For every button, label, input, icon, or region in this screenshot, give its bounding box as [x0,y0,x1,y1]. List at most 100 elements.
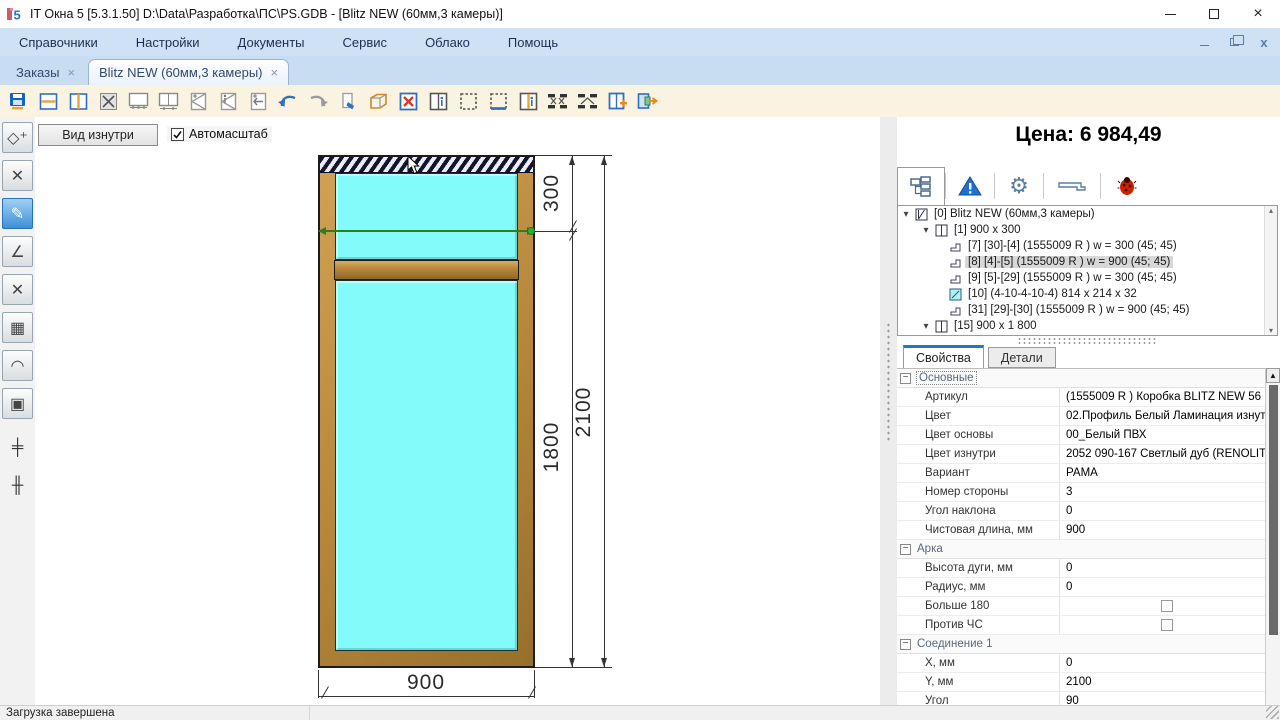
divider-info-button[interactable] [513,87,543,115]
delete-element-button[interactable] [393,87,423,115]
mdi-minimize-button[interactable] [1196,34,1212,50]
scroll-up-icon[interactable]: ▴ [1269,206,1273,215]
chevron-down-icon[interactable]: ▾ [900,209,912,220]
close-button[interactable]: × [1236,0,1280,28]
property-value[interactable]: 3 [1060,483,1265,501]
connector-bottom-button[interactable] [573,87,603,115]
menu-spravochniki[interactable]: Справочники [0,28,117,56]
tab-settings[interactable]: ⚙ [995,167,1043,205]
undo-button[interactable] [273,87,303,115]
panel-splitter[interactable] [880,117,897,705]
menu-oblako[interactable]: Облако [406,28,489,56]
tab-structure-tree[interactable] [897,167,945,205]
menu-servis[interactable]: Сервис [324,28,407,56]
tab-profile[interactable] [1044,167,1100,205]
mdi-restore-button[interactable] [1226,34,1244,50]
impost-bottom-dims-button[interactable] [153,87,183,115]
price-tag-button[interactable] [333,87,363,115]
property-value[interactable]: 90 [1060,692,1265,705]
selected-frame-member[interactable] [320,157,533,173]
tree-item-selected[interactable]: [8] [4]-[5] (1555009 R ) w = 900 (45; 45… [898,254,1277,270]
sash-info-button[interactable] [423,87,453,115]
property-value[interactable]: 00_Белый ПВХ [1060,426,1265,444]
perspective-view-button[interactable] [363,87,393,115]
grid-scrollbar[interactable]: ▲ [1265,368,1280,705]
menu-dokumenty[interactable]: Документы [219,28,324,56]
tab-current-order[interactable]: Blitz NEW (60мм,3 камеры) × [88,59,290,85]
property-value[interactable]: 900 [1060,521,1265,539]
tree-item[interactable]: ▾ [1] 900 x 300 [898,222,1277,238]
add-window-button[interactable] [603,87,633,115]
menu-nastroyki[interactable]: Настройки [117,28,219,56]
drawing-canvas[interactable]: Вид изнутри Автомасштаб 300 1800 2100 90… [35,117,880,705]
property-value[interactable]: 02.Профиль Белый Ламинация изнутри [1060,407,1265,425]
tree-item[interactable]: [9] [5]-[29] (1555009 R ) w = 300 (45; 4… [898,270,1277,286]
measure-angle-button[interactable]: ∠ [2,236,33,267]
scroll-up-icon[interactable]: ▲ [1266,368,1280,383]
collapse-icon[interactable]: − [900,543,911,555]
mosquito-net-off-button[interactable] [93,87,123,115]
close-tab-icon[interactable]: × [271,65,279,80]
frame-divider[interactable] [334,260,519,280]
property-value[interactable]: 2052 090-167 Светлый дуб (RENOLIT) [1060,445,1265,463]
checkbox-unchecked[interactable] [1161,619,1173,631]
section-header[interactable]: − Соединение 1 [897,635,1265,654]
tab-details[interactable]: Детали [987,347,1056,368]
tree-item[interactable]: [31] [29]-[30] (1555009 R ) w = 900 (45;… [898,302,1277,318]
scrollbar-thumb[interactable] [1268,385,1278,635]
connector-top-button[interactable] [543,87,573,115]
split-horizontal-button[interactable] [33,87,63,115]
selection-node-dot[interactable] [527,227,535,235]
sash-turn-button[interactable] [183,87,213,115]
section-header[interactable]: − Арка [897,540,1265,559]
scroll-down-icon[interactable]: ▾ [1269,326,1273,335]
split-vertical-button[interactable] [63,87,93,115]
delete-element-button[interactable]: ✕ [2,274,33,305]
add-construction-button[interactable]: ◇⁺ [2,122,33,153]
save-button[interactable] [3,87,33,115]
property-value[interactable]: 0 [1060,502,1265,520]
section-header[interactable]: − Основные [897,369,1265,388]
tab-orders[interactable]: Заказы × [6,59,85,85]
redo-button[interactable] [303,87,333,115]
glass-pane-top[interactable] [335,173,518,260]
tab-properties[interactable]: Свойства [903,345,984,368]
autoscale-checkbox[interactable] [171,127,184,141]
export-window-button[interactable] [633,87,663,115]
property-value[interactable]: (1555009 R ) Коробка BLITZ NEW 56 REH [1060,388,1265,406]
horizontal-resize-grip[interactable] [1017,337,1157,344]
move-elements-button[interactable]: ▣ [2,388,33,419]
tab-bug[interactable] [1101,167,1153,205]
minimize-button[interactable] [1148,0,1192,28]
connector-vertical-button[interactable]: ╫ [2,470,33,501]
chevron-down-icon[interactable]: ▾ [920,225,932,236]
delete-construction-button[interactable]: ✕ [2,160,33,191]
tree-item[interactable]: [7] [30]-[4] (1555009 R ) w = 300 (45; 4… [898,238,1277,254]
property-value[interactable]: 0 [1060,578,1265,596]
sash-turn-tilt-button[interactable] [213,87,243,115]
edit-mode-button[interactable]: ✎ [2,198,33,229]
mdi-close-button[interactable]: x [1256,34,1272,50]
menu-pomosch[interactable]: Помощь [489,28,577,56]
property-value[interactable]: 0 [1060,654,1265,672]
sash-slide-button[interactable] [243,87,273,115]
property-value[interactable]: 2100 [1060,673,1265,691]
chevron-down-icon[interactable]: ▾ [920,321,932,332]
collapse-icon[interactable]: − [900,372,911,384]
glass-pane-bottom[interactable] [335,280,518,651]
tree-item[interactable]: [10] (4-10-4-10-4) 814 x 214 x 32 [898,286,1277,302]
tree-item[interactable]: ▾ [15] 900 x 1 800 [898,318,1277,334]
collapse-icon[interactable]: − [900,638,911,650]
property-value[interactable]: РАМА [1060,464,1265,482]
view-inside-button[interactable]: Вид изнутри [38,124,158,146]
resize-grip[interactable] [1266,706,1279,719]
frame-dashed-bottom-button[interactable] [483,87,513,115]
arch-button[interactable]: ◠ [2,350,33,381]
checkbox-unchecked[interactable] [1161,600,1173,612]
tab-warnings[interactable] [946,167,994,205]
frame-dashed-button[interactable] [453,87,483,115]
maximize-button[interactable] [1192,0,1236,28]
property-value[interactable]: 0 [1060,559,1265,577]
tree-scrollbar[interactable]: ▴ ▾ [1264,206,1277,335]
connector-horizontal-button[interactable]: ╪ [2,432,33,463]
